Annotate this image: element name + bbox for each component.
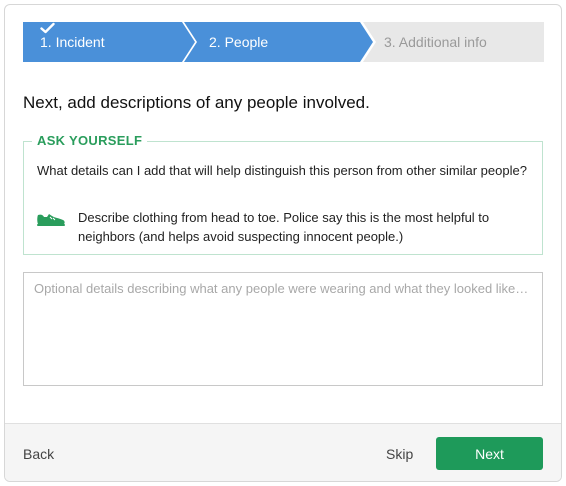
ask-tip-text: Describe clothing from head to toe. Poli… [78, 210, 490, 244]
step-people[interactable]: 2. People [209, 22, 268, 62]
step-people-label: 2. People [209, 34, 269, 50]
step-incident[interactable]: 1. Incident [40, 22, 117, 62]
people-details-input[interactable] [23, 272, 543, 386]
ask-yourself-legend: ASK YOURSELF [32, 133, 148, 148]
skip-button[interactable]: Skip [386, 446, 413, 462]
footer-bar: Back Skip Next [5, 423, 561, 481]
sneaker-icon [36, 212, 66, 231]
page-title: Next, add descriptions of any people inv… [23, 93, 370, 112]
progress-stepper: 1. Incident 2. People 3. Additional info [23, 22, 544, 62]
ask-question-text: What details can I add that will help di… [37, 163, 527, 178]
next-button[interactable]: Next [436, 437, 543, 470]
step-incident-label: 1. Incident [40, 34, 105, 50]
back-button[interactable]: Back [23, 446, 54, 462]
report-card: 1. Incident 2. People 3. Additional info… [4, 4, 562, 482]
ask-yourself-box: ASK YOURSELF What details can I add that… [23, 133, 543, 255]
step-additional-info: 3. Additional info [384, 22, 487, 62]
step-additional-info-label: 3. Additional info [384, 34, 487, 50]
